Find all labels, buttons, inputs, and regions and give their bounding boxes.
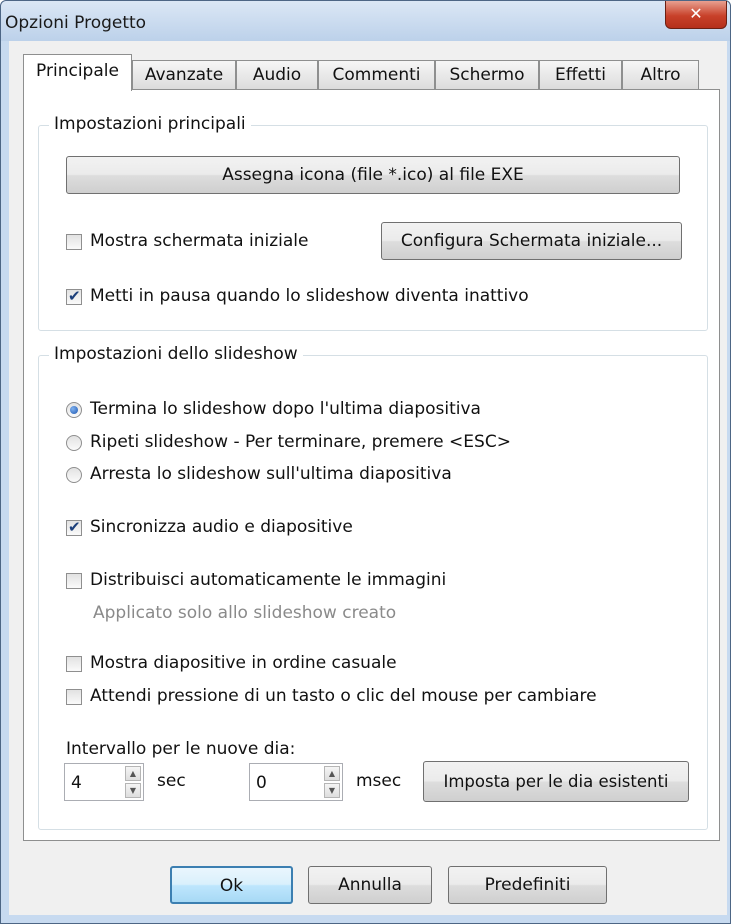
show-splash-label[interactable]: Mostra schermata iniziale xyxy=(90,231,308,251)
tab-altro[interactable]: Altro xyxy=(622,60,699,89)
spin-down-icon[interactable]: ▼ xyxy=(125,783,141,798)
tab-effetti[interactable]: Effetti xyxy=(539,60,622,89)
tab-schermo[interactable]: Schermo xyxy=(435,60,539,89)
msec-stepper[interactable]: ▲ ▼ xyxy=(324,766,340,798)
auto-distribute-checkbox[interactable] xyxy=(66,573,82,589)
auto-distribute-hint: Applicato solo allo slideshow creato xyxy=(93,603,397,623)
ok-button[interactable]: Ok xyxy=(170,866,293,904)
window-title: Opzioni Progetto xyxy=(5,13,147,33)
title-bar[interactable]: Opzioni Progetto ✕ xyxy=(1,1,730,41)
seconds-unit: sec xyxy=(157,771,186,791)
main-settings-group: Impostazioni principali Assegna icona (f… xyxy=(38,114,708,331)
assign-icon-button[interactable]: Assegna icona (file *.ico) al file EXE xyxy=(66,156,680,194)
seconds-stepper[interactable]: ▲ ▼ xyxy=(125,766,141,798)
msec-unit: msec xyxy=(356,771,402,791)
project-options-dialog: Opzioni Progetto ✕ Principale Avanzate A… xyxy=(0,0,731,924)
configure-splash-button[interactable]: Configura Schermata iniziale... xyxy=(381,222,682,260)
random-order-label[interactable]: Mostra diapositive in ordine casuale xyxy=(90,653,397,673)
apply-existing-button[interactable]: Imposta per le dia esistenti xyxy=(423,761,689,802)
seconds-spinbox[interactable]: 4 ▲ ▼ xyxy=(64,763,144,801)
seconds-value[interactable]: 4 xyxy=(71,773,82,793)
slideshow-settings-group: Impostazioni dello slideshow Termina lo … xyxy=(38,344,708,830)
wait-keypress-label[interactable]: Attendi pressione di un tasto o clic del… xyxy=(90,686,597,706)
spin-up-icon[interactable]: ▲ xyxy=(125,766,141,781)
end-after-last-radio[interactable] xyxy=(66,402,82,418)
interval-label: Intervallo per le nuove dia: xyxy=(66,739,296,759)
sync-audio-checkbox[interactable] xyxy=(66,518,82,536)
defaults-button[interactable]: Predefiniti xyxy=(448,866,607,904)
repeat-slideshow-label[interactable]: Ripeti slideshow - Per terminare, premer… xyxy=(90,432,511,452)
tab-avanzate[interactable]: Avanzate xyxy=(132,60,236,89)
msec-value[interactable]: 0 xyxy=(256,773,267,793)
wait-keypress-checkbox[interactable] xyxy=(66,689,82,705)
cancel-button[interactable]: Annulla xyxy=(308,866,432,904)
random-order-checkbox[interactable] xyxy=(66,656,82,672)
pause-inactive-checkbox[interactable] xyxy=(66,287,82,305)
pause-inactive-label[interactable]: Metti in pausa quando lo slideshow diven… xyxy=(90,286,529,306)
sync-audio-label[interactable]: Sincronizza audio e diapositive xyxy=(90,517,353,537)
tab-panel-principale: Impostazioni principali Assegna icona (f… xyxy=(23,89,720,841)
msec-spinbox[interactable]: 0 ▲ ▼ xyxy=(249,763,343,801)
repeat-slideshow-radio[interactable] xyxy=(66,435,82,451)
end-after-last-label[interactable]: Termina lo slideshow dopo l'ultima diapo… xyxy=(90,399,481,419)
main-settings-legend: Impostazioni principali xyxy=(49,114,251,134)
spin-up-icon[interactable]: ▲ xyxy=(324,766,340,781)
stop-on-last-radio[interactable] xyxy=(66,467,82,483)
auto-distribute-label[interactable]: Distribuisci automaticamente le immagini xyxy=(90,570,446,590)
tab-commenti[interactable]: Commenti xyxy=(318,60,435,89)
show-splash-checkbox[interactable] xyxy=(66,234,82,250)
close-icon: ✕ xyxy=(689,4,703,23)
spin-down-icon[interactable]: ▼ xyxy=(324,783,340,798)
slideshow-settings-legend: Impostazioni dello slideshow xyxy=(49,344,303,364)
close-button[interactable]: ✕ xyxy=(665,1,727,29)
tab-audio[interactable]: Audio xyxy=(236,60,318,89)
tab-principale[interactable]: Principale xyxy=(23,54,132,91)
stop-on-last-label[interactable]: Arresta lo slideshow sull'ultima diaposi… xyxy=(90,464,452,484)
dialog-client-area: Principale Avanzate Audio Commenti Scher… xyxy=(9,41,727,915)
